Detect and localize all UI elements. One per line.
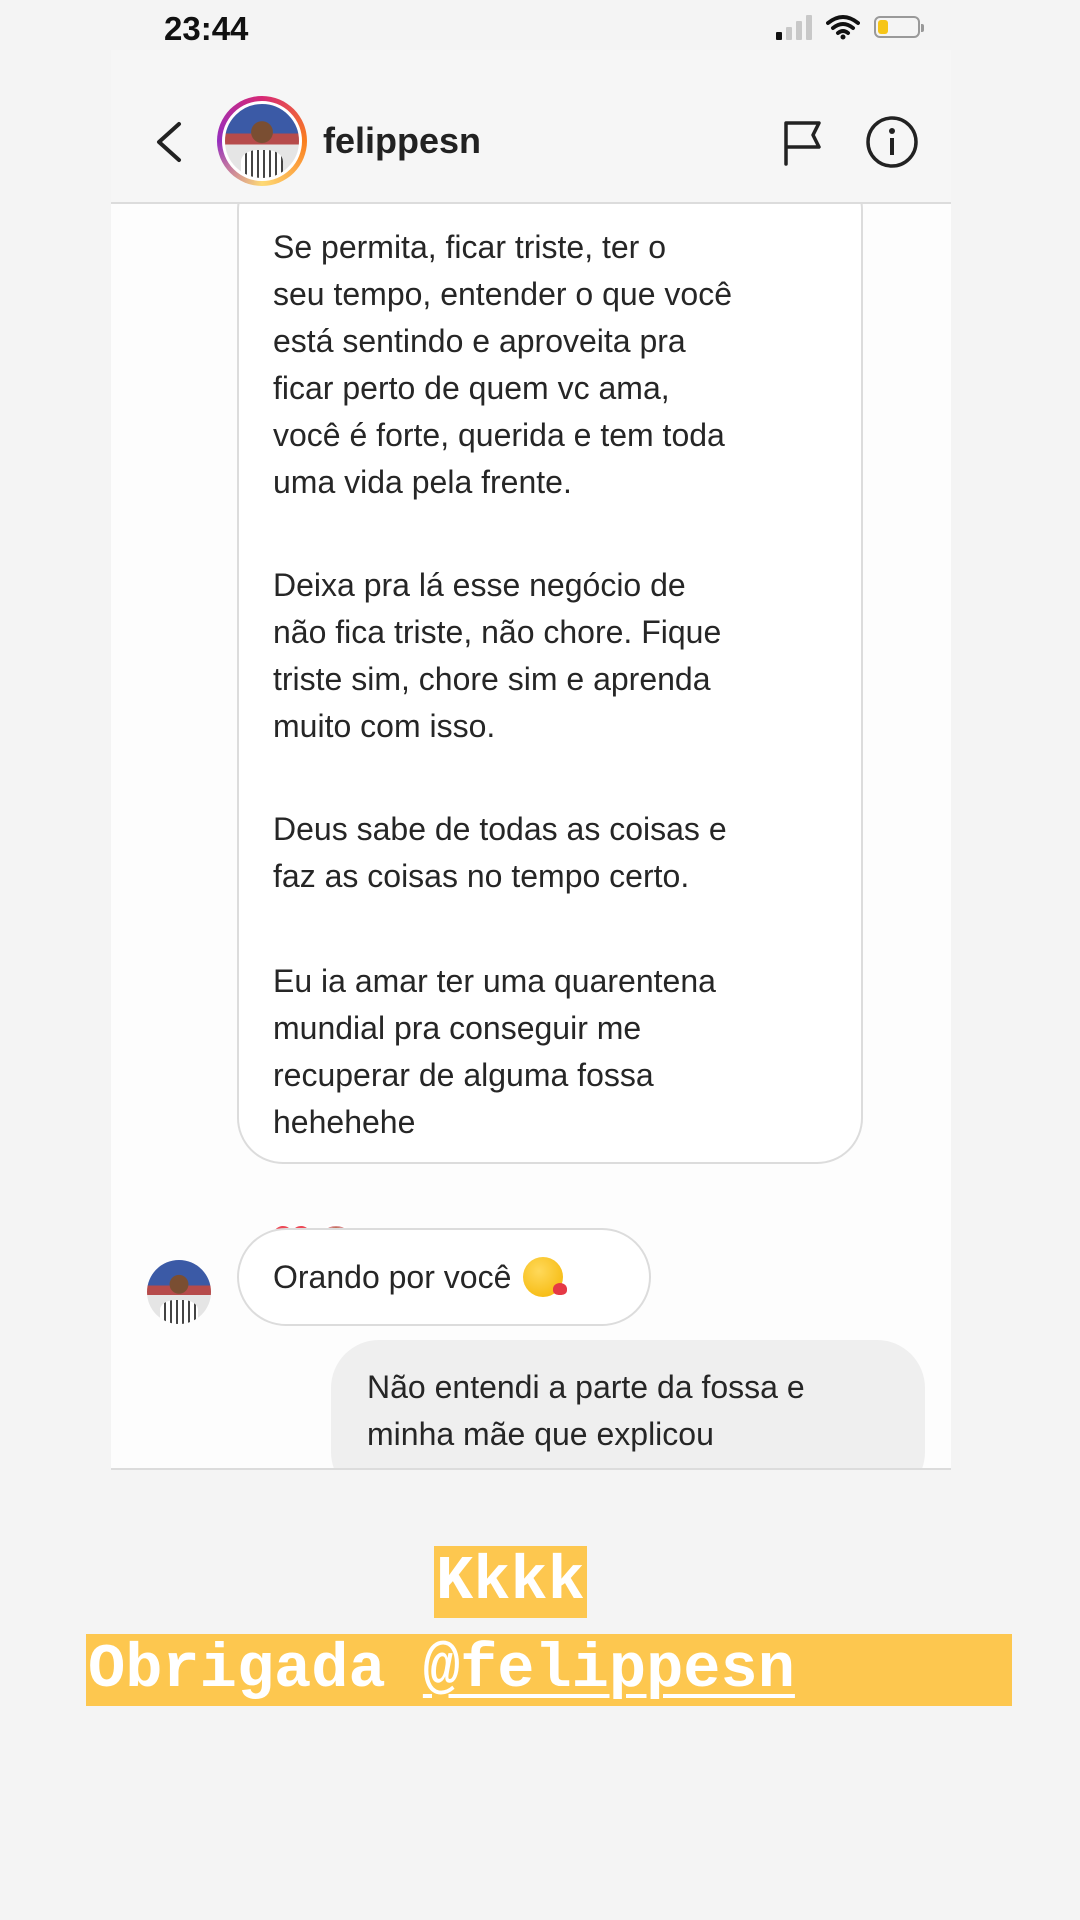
status-time: 23:44 [164, 10, 249, 47]
info-icon[interactable] [865, 115, 919, 169]
story-caption-line: Obrigada @felippesn [86, 1634, 1012, 1706]
message-thread[interactable]: Se permita, ficar triste, ter o seu temp… [111, 204, 951, 1470]
dm-screenshot: felippesn Se permita, ficar triste, ter … [111, 50, 951, 1470]
message-paragraph: Se permita, ficar triste, ter o seu temp… [273, 229, 732, 500]
message-paragraph: Eu ia amar ter uma quarentena mundial pr… [273, 963, 716, 1140]
message-paragraph: Deus sabe de todas as coisas e faz as co… [273, 811, 727, 894]
chat-header: felippesn [111, 50, 951, 204]
battery-icon [874, 16, 924, 38]
mention-link[interactable]: @felippesn [423, 1634, 795, 1705]
chat-username[interactable]: felippesn [323, 120, 481, 162]
message-text: Não entendi a parte da fossa e minha mãe… [367, 1369, 805, 1452]
wifi-icon [826, 15, 860, 40]
flag-icon[interactable] [781, 118, 825, 166]
sender-avatar[interactable] [147, 1260, 211, 1324]
story-caption-line: Kkkk [434, 1546, 587, 1618]
story-caption-text: Obrigada [88, 1634, 423, 1705]
kiss-emoji-icon [523, 1257, 568, 1297]
signal-icon [776, 14, 812, 40]
received-message-bubble[interactable]: Orando por você [237, 1228, 651, 1326]
back-icon[interactable] [151, 120, 185, 164]
status-indicators [776, 14, 924, 40]
avatar[interactable] [217, 96, 307, 186]
message-paragraph: Deixa pra lá esse negócio de não fica tr… [273, 567, 722, 744]
message-text: Orando por você [273, 1258, 512, 1295]
